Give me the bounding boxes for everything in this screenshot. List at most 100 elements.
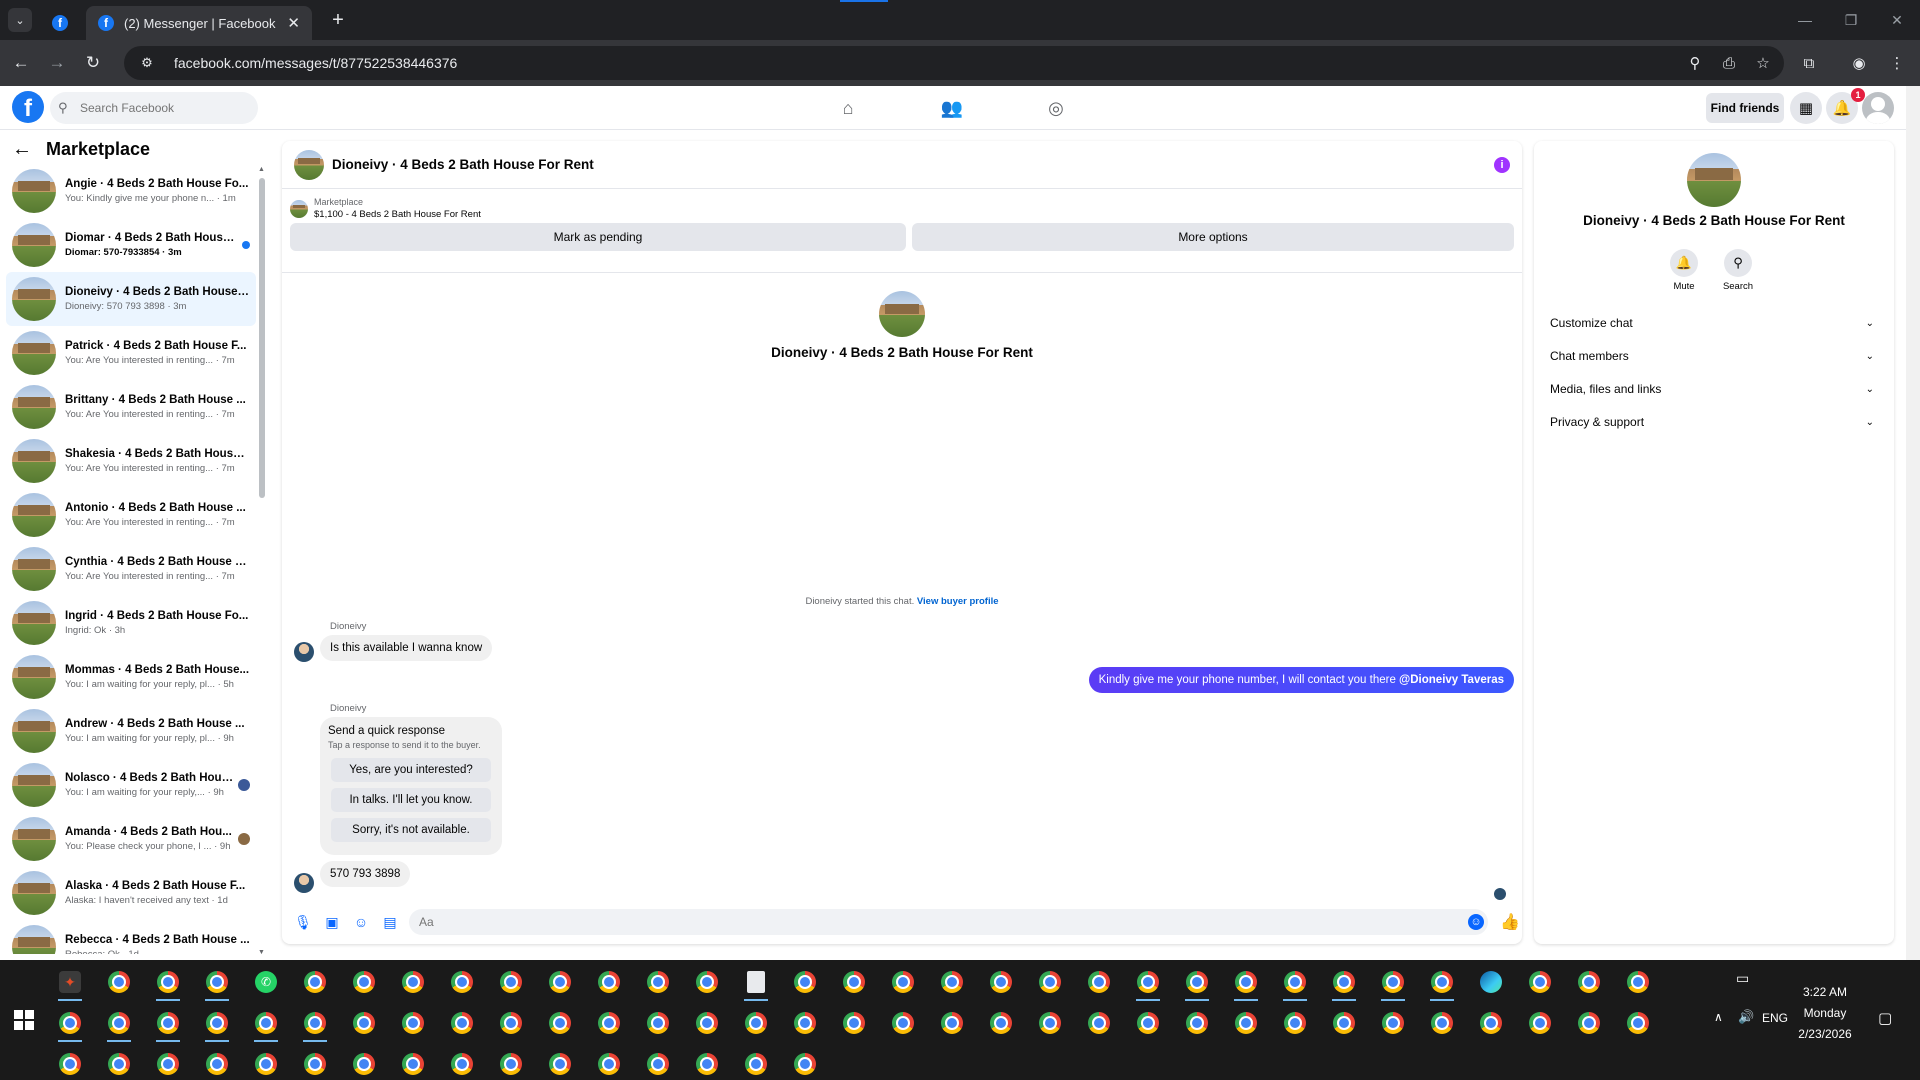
taskbar-app-button[interactable] xyxy=(442,1003,482,1043)
taskbar-app-button[interactable] xyxy=(687,1003,727,1043)
taskbar-app-button[interactable] xyxy=(540,1003,580,1043)
taskbar-app-button[interactable] xyxy=(246,1044,286,1080)
taskbar-app-button[interactable] xyxy=(785,1003,825,1043)
taskbar-app-button[interactable] xyxy=(736,1003,776,1043)
media-files-links-section[interactable]: Media, files and links ⌄ xyxy=(1544,374,1880,404)
taskbar-app-button[interactable] xyxy=(883,1003,923,1043)
taskbar-app-button[interactable] xyxy=(295,1003,335,1043)
taskbar-app-button[interactable] xyxy=(1569,962,1609,1002)
restore-window-button[interactable]: ❐ xyxy=(1836,8,1866,32)
quick-response-option[interactable]: In talks. I'll let you know. xyxy=(331,788,491,812)
message-input[interactable] xyxy=(418,915,1449,929)
taskbar-app-button[interactable] xyxy=(981,962,1021,1002)
url-text[interactable]: facebook.com/messages/t/877522538446376 xyxy=(174,55,1682,71)
incoming-message-bubble[interactable]: 570 793 3898 xyxy=(320,861,411,887)
taskbar-app-button[interactable] xyxy=(638,1044,678,1080)
taskbar-app-button[interactable] xyxy=(1618,1003,1658,1043)
taskbar-app-button[interactable] xyxy=(589,1003,629,1043)
profile-icon[interactable]: ◉ xyxy=(1846,50,1872,76)
taskbar-app-button[interactable] xyxy=(1079,1003,1119,1043)
emoji-icon[interactable]: ☺ xyxy=(1468,914,1485,930)
taskbar-app-button[interactable] xyxy=(1226,962,1266,1002)
find-friends-button[interactable]: Find friends xyxy=(1706,93,1784,123)
facebook-search-input[interactable] xyxy=(80,101,250,115)
new-tab-button[interactable]: + xyxy=(326,8,350,32)
address-bar[interactable]: ⚙ facebook.com/messages/t/87752253844637… xyxy=(124,46,1784,80)
conversation-item[interactable]: Ingrid · 4 Beds 2 Bath House Fo... Ingrid… xyxy=(6,596,256,650)
mute-action[interactable]: 🔔 Mute xyxy=(1664,249,1704,292)
taskbar-app-button[interactable] xyxy=(50,1003,90,1043)
listing-avatar[interactable] xyxy=(294,149,324,180)
install-app-icon[interactable]: ⎙ xyxy=(1716,50,1742,76)
scrollbar-thumb[interactable] xyxy=(259,178,265,498)
conversation-item[interactable]: Amanda · 4 Beds 2 Bath Hou... You: Please… xyxy=(6,812,256,866)
tab-pinned-facebook[interactable]: f xyxy=(40,6,82,40)
tab-messenger[interactable]: f (2) Messenger | Facebook ✕ xyxy=(86,6,312,40)
conversation-item[interactable]: Cynthia · 4 Beds 2 Bath House F... You: A… xyxy=(6,542,256,596)
windows-start-icon[interactable] xyxy=(14,1010,34,1030)
mark-as-pending-button[interactable]: Mark as pending xyxy=(290,223,906,251)
quick-response-option[interactable]: Sorry, it's not available. xyxy=(331,818,491,842)
extensions-icon[interactable]: ⧉ xyxy=(1796,50,1822,76)
scroll-up-icon[interactable]: ▲ xyxy=(258,166,265,173)
minimize-window-button[interactable]: — xyxy=(1790,8,1820,32)
taskbar-app-button[interactable] xyxy=(883,962,923,1002)
taskbar-app-button[interactable] xyxy=(99,1003,139,1043)
taskbar-app-button[interactable] xyxy=(1030,1003,1070,1043)
conversation-item[interactable]: Shakesia · 4 Beds 2 Bath House ... You: A… xyxy=(6,434,256,488)
groups-icon[interactable]: ◎ xyxy=(1036,94,1076,122)
forward-arrow-icon[interactable]: → xyxy=(44,50,70,76)
quick-response-option[interactable]: Yes, are you interested? xyxy=(331,758,491,782)
gif-icon[interactable]: ▤ xyxy=(377,909,403,935)
taskbar-app-button[interactable] xyxy=(1520,1003,1560,1043)
taskbar-app-button[interactable] xyxy=(197,1003,237,1043)
taskbar-app-button[interactable] xyxy=(197,962,237,1002)
conversation-item[interactable]: Angie · 4 Beds 2 Bath House Fo... You: Ki… xyxy=(6,164,256,218)
taskbar-app-button[interactable] xyxy=(589,1044,629,1080)
taskbar-app-button[interactable] xyxy=(148,1044,188,1080)
taskbar-app-button[interactable] xyxy=(491,962,531,1002)
notification-center-icon[interactable]: ▢ xyxy=(1878,1009,1892,1027)
taskbar-app-button[interactable] xyxy=(1373,1003,1413,1043)
taskbar-app-button[interactable] xyxy=(393,1003,433,1043)
close-tab-icon[interactable]: ✕ xyxy=(287,14,300,32)
taskbar-app-button[interactable] xyxy=(1618,962,1658,1002)
taskbar-app-button[interactable] xyxy=(785,1044,825,1080)
taskbar-app-button[interactable] xyxy=(1128,962,1168,1002)
photo-icon[interactable]: ▣ xyxy=(319,909,345,935)
taskbar-app-button[interactable] xyxy=(1030,962,1070,1002)
taskbar-app-button[interactable] xyxy=(1373,962,1413,1002)
site-info-icon[interactable]: ⚙ xyxy=(132,55,162,71)
taskbar-app-button[interactable] xyxy=(344,962,384,1002)
listing-info[interactable]: Marketplace $1,100 - 4 Beds 2 Bath House… xyxy=(290,197,481,220)
network-display-icon[interactable]: ▭ xyxy=(1736,970,1749,987)
more-options-button[interactable]: More options xyxy=(912,223,1514,251)
privacy-support-section[interactable]: Privacy & support ⌄ xyxy=(1544,407,1880,437)
conversation-item[interactable]: Antonio · 4 Beds 2 Bath House ... You: Ar… xyxy=(6,488,256,542)
account-avatar[interactable] xyxy=(1862,92,1894,124)
conversation-item[interactable]: Alaska · 4 Beds 2 Bath House F... Alaska:… xyxy=(6,866,256,920)
page-scrollbar[interactable] xyxy=(1906,86,1920,960)
taskbar-app-button[interactable] xyxy=(1275,1003,1315,1043)
taskbar-app-button[interactable]: ✆ xyxy=(246,962,286,1002)
taskbar-app-button[interactable] xyxy=(491,1044,531,1080)
taskbar-app-button[interactable] xyxy=(1422,962,1462,1002)
conversation-item[interactable]: Nolasco · 4 Beds 2 Bath Hous... You: I am… xyxy=(6,758,256,812)
facebook-logo-icon[interactable]: f xyxy=(12,91,44,123)
taskbar-app-button[interactable] xyxy=(344,1044,384,1080)
facebook-search-box[interactable]: ⚲ xyxy=(50,92,258,124)
taskbar-app-button[interactable] xyxy=(1471,962,1511,1002)
taskbar-app-button[interactable] xyxy=(687,1044,727,1080)
search-icon[interactable]: ⚲ xyxy=(1724,249,1752,277)
volume-icon[interactable]: 🔊 xyxy=(1738,1009,1754,1025)
taskbar-app-button[interactable] xyxy=(1177,1003,1217,1043)
details-avatar[interactable] xyxy=(1687,153,1741,207)
taskbar-app-button[interactable] xyxy=(148,1003,188,1043)
incoming-message-bubble[interactable]: Is this available I wanna know xyxy=(320,635,493,661)
mention-link[interactable]: @Dioneivy Taveras xyxy=(1399,674,1504,686)
outgoing-message-bubble[interactable]: Kindly give me your phone number, I will… xyxy=(1088,667,1514,693)
reload-icon[interactable]: ↻ xyxy=(80,50,106,76)
taskbar-app-button[interactable] xyxy=(687,962,727,1002)
microphone-icon[interactable]: 🎙 xyxy=(290,909,316,935)
sender-avatar[interactable] xyxy=(294,873,314,893)
